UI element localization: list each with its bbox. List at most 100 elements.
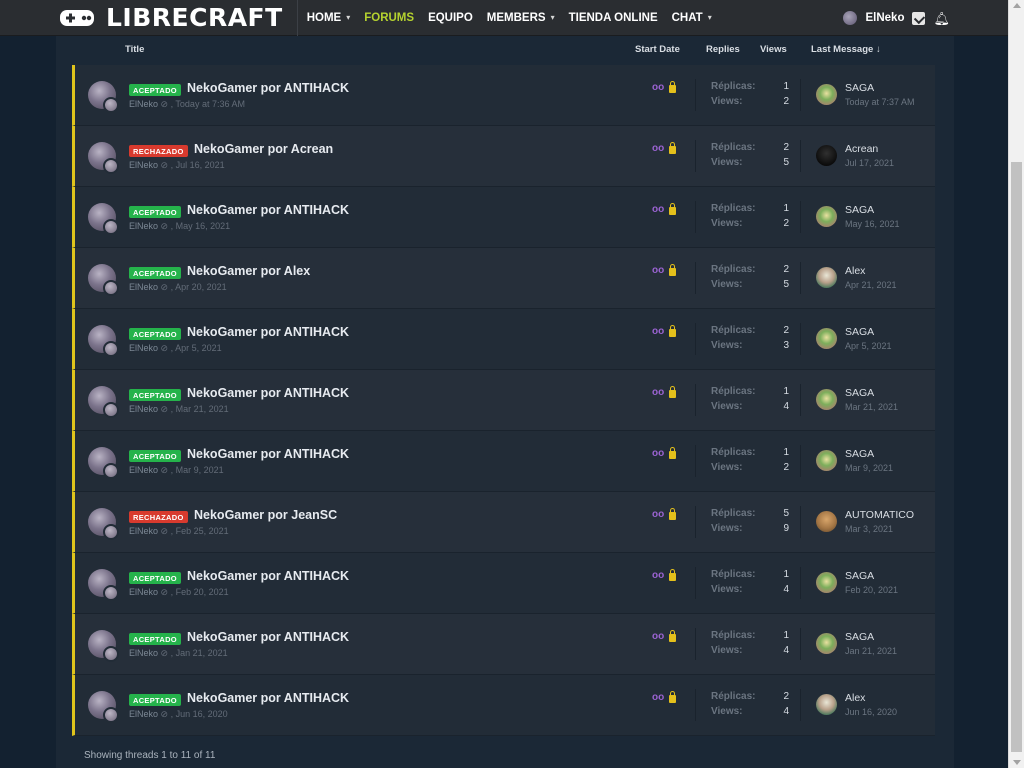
nav-item-forums[interactable]: FORUMS xyxy=(357,0,421,36)
last-message-date[interactable]: May 16, 2021 xyxy=(845,219,900,229)
username-link[interactable]: ElNeko xyxy=(865,12,904,24)
thread-start-date[interactable]: Jun 16, 2020 xyxy=(176,709,228,719)
thread-row[interactable]: ACEPTADO NekoGamer por ANTIHACK ElNeko ⊘… xyxy=(72,309,935,370)
last-poster-name[interactable]: Acrean xyxy=(845,143,878,155)
thread-author-link[interactable]: ElNeko xyxy=(129,709,158,719)
last-poster-avatar[interactable] xyxy=(816,389,837,410)
thread-start-date[interactable]: Apr 20, 2021 xyxy=(175,282,227,292)
last-message-date[interactable]: Mar 9, 2021 xyxy=(845,463,893,473)
scroll-down-icon[interactable] xyxy=(1013,760,1021,765)
thread-row[interactable]: ACEPTADO NekoGamer por ANTIHACK ElNeko ⊘… xyxy=(72,553,935,614)
scroll-up-icon[interactable] xyxy=(1013,3,1021,8)
thread-author-link[interactable]: ElNeko xyxy=(129,160,158,170)
user-avatar[interactable] xyxy=(843,11,858,25)
nav-item-chat[interactable]: CHAT ▾ xyxy=(665,0,719,36)
thread-author-link[interactable]: ElNeko xyxy=(129,282,158,292)
thread-row[interactable]: RECHAZADO NekoGamer por Acrean ElNeko ⊘ … xyxy=(72,126,935,187)
thread-row[interactable]: ACEPTADO NekoGamer por ANTIHACK ElNeko ⊘… xyxy=(72,187,935,248)
col-replies[interactable]: Replies xyxy=(706,44,740,55)
thread-author-link[interactable]: ElNeko xyxy=(129,526,158,536)
last-poster-avatar[interactable] xyxy=(816,206,837,227)
last-poster-avatar[interactable] xyxy=(816,694,837,715)
thread-author-link[interactable]: ElNeko xyxy=(129,99,158,109)
last-message-date[interactable]: Mar 3, 2021 xyxy=(845,524,893,534)
thread-start-date[interactable]: May 16, 2021 xyxy=(176,221,231,231)
thread-start-date[interactable]: Feb 20, 2021 xyxy=(176,587,229,597)
thread-start-date[interactable]: Jul 16, 2021 xyxy=(176,160,225,170)
last-message-date[interactable]: Jan 21, 2021 xyxy=(845,646,897,656)
last-poster-name[interactable]: AUTOMATICO xyxy=(845,509,914,521)
last-poster-name[interactable]: SAGA xyxy=(845,570,874,582)
last-poster-name[interactable]: SAGA xyxy=(845,326,874,338)
thread-title-link[interactable]: NekoGamer por ANTIHACK xyxy=(187,691,349,705)
last-poster-name[interactable]: SAGA xyxy=(845,82,874,94)
thread-title-link[interactable]: NekoGamer por Alex xyxy=(187,264,310,278)
lock-icon xyxy=(669,691,677,703)
site-logo[interactable]: LIBRECRAFT xyxy=(0,0,298,36)
thread-start-date[interactable]: Mar 21, 2021 xyxy=(176,404,229,414)
thread-row[interactable]: ACEPTADO NekoGamer por ANTIHACK ElNeko ⊘… xyxy=(72,431,935,492)
last-poster-avatar[interactable] xyxy=(816,572,837,593)
last-message-date[interactable]: Feb 20, 2021 xyxy=(845,585,898,595)
last-message-date[interactable]: Jul 17, 2021 xyxy=(845,158,894,168)
thread-start-date[interactable]: Apr 5, 2021 xyxy=(175,343,222,353)
last-poster-avatar[interactable] xyxy=(816,511,837,532)
thread-author-link[interactable]: ElNeko xyxy=(129,587,158,597)
thread-title-link[interactable]: NekoGamer por ANTIHACK xyxy=(187,203,349,217)
thread-author-link[interactable]: ElNeko xyxy=(129,648,158,658)
last-poster-avatar[interactable] xyxy=(816,267,837,288)
thread-start-date[interactable]: Feb 25, 2021 xyxy=(176,526,229,536)
last-poster-avatar[interactable] xyxy=(816,450,837,471)
nav-item-tienda-online[interactable]: TIENDA ONLINE xyxy=(562,0,665,36)
last-message-date[interactable]: Apr 5, 2021 xyxy=(845,341,892,351)
last-poster-name[interactable]: Alex xyxy=(845,265,865,277)
col-title[interactable]: Title xyxy=(125,44,144,55)
bell-icon[interactable]: 🔔︎ xyxy=(933,12,950,25)
thread-row[interactable]: ACEPTADO NekoGamer por ANTIHACK ElNeko ⊘… xyxy=(72,370,935,431)
nav-item-home[interactable]: HOME ▾ xyxy=(300,0,358,36)
last-poster-avatar[interactable] xyxy=(816,328,837,349)
thread-title-link[interactable]: NekoGamer por ANTIHACK xyxy=(187,630,349,644)
last-message-date[interactable]: Apr 21, 2021 xyxy=(845,280,897,290)
thread-title-link[interactable]: NekoGamer por ANTIHACK xyxy=(187,81,349,95)
thread-start-date[interactable]: Mar 9, 2021 xyxy=(176,465,224,475)
replies-count: 2 xyxy=(783,264,789,275)
col-last-message[interactable]: Last Message ↓ xyxy=(811,44,881,55)
thread-row[interactable]: ACEPTADO NekoGamer por ANTIHACK ElNeko ⊘… xyxy=(72,675,935,736)
last-poster-name[interactable]: Alex xyxy=(845,692,865,704)
thread-author-link[interactable]: ElNeko xyxy=(129,404,158,414)
thread-author-link[interactable]: ElNeko xyxy=(129,343,158,353)
col-views[interactable]: Views xyxy=(760,44,787,55)
nav-item-equipo[interactable]: EQUIPO xyxy=(421,0,480,36)
last-poster-name[interactable]: SAGA xyxy=(845,204,874,216)
scrollbar-thumb[interactable] xyxy=(1011,162,1022,752)
nav-item-label: TIENDA ONLINE xyxy=(568,11,658,24)
last-message-date[interactable]: Today at 7:37 AM xyxy=(845,97,915,107)
thread-start-date[interactable]: Today at 7:36 AM xyxy=(175,99,245,109)
thread-author-link[interactable]: ElNeko xyxy=(129,221,158,231)
inbox-icon[interactable] xyxy=(912,11,926,25)
nav-item-members[interactable]: MEMBERS ▾ xyxy=(480,0,562,36)
last-poster-avatar[interactable] xyxy=(816,145,837,166)
col-start-date[interactable]: Start Date xyxy=(635,44,680,55)
last-poster-avatar[interactable] xyxy=(816,84,837,105)
thread-row[interactable]: RECHAZADO NekoGamer por JeanSC ElNeko ⊘ … xyxy=(72,492,935,553)
thread-title-link[interactable]: NekoGamer por JeanSC xyxy=(194,508,337,522)
thread-row[interactable]: ACEPTADO NekoGamer por ANTIHACK ElNeko ⊘… xyxy=(72,65,935,126)
last-poster-name[interactable]: SAGA xyxy=(845,387,874,399)
thread-title-link[interactable]: NekoGamer por Acrean xyxy=(194,142,333,156)
last-poster-avatar[interactable] xyxy=(816,633,837,654)
last-poster-name[interactable]: SAGA xyxy=(845,448,874,460)
page-scrollbar[interactable] xyxy=(1008,0,1024,768)
thread-title-link[interactable]: NekoGamer por ANTIHACK xyxy=(187,569,349,583)
thread-title-link[interactable]: NekoGamer por ANTIHACK xyxy=(187,386,349,400)
thread-title-link[interactable]: NekoGamer por ANTIHACK xyxy=(187,447,349,461)
thread-title-link[interactable]: NekoGamer por ANTIHACK xyxy=(187,325,349,339)
thread-author-link[interactable]: ElNeko xyxy=(129,465,158,475)
thread-start-date[interactable]: Jan 21, 2021 xyxy=(176,648,228,658)
last-message-date[interactable]: Mar 21, 2021 xyxy=(845,402,898,412)
thread-row[interactable]: ACEPTADO NekoGamer por ANTIHACK ElNeko ⊘… xyxy=(72,614,935,675)
last-poster-name[interactable]: SAGA xyxy=(845,631,874,643)
last-message-date[interactable]: Jun 16, 2020 xyxy=(845,707,897,717)
thread-row[interactable]: ACEPTADO NekoGamer por Alex ElNeko ⊘ , A… xyxy=(72,248,935,309)
